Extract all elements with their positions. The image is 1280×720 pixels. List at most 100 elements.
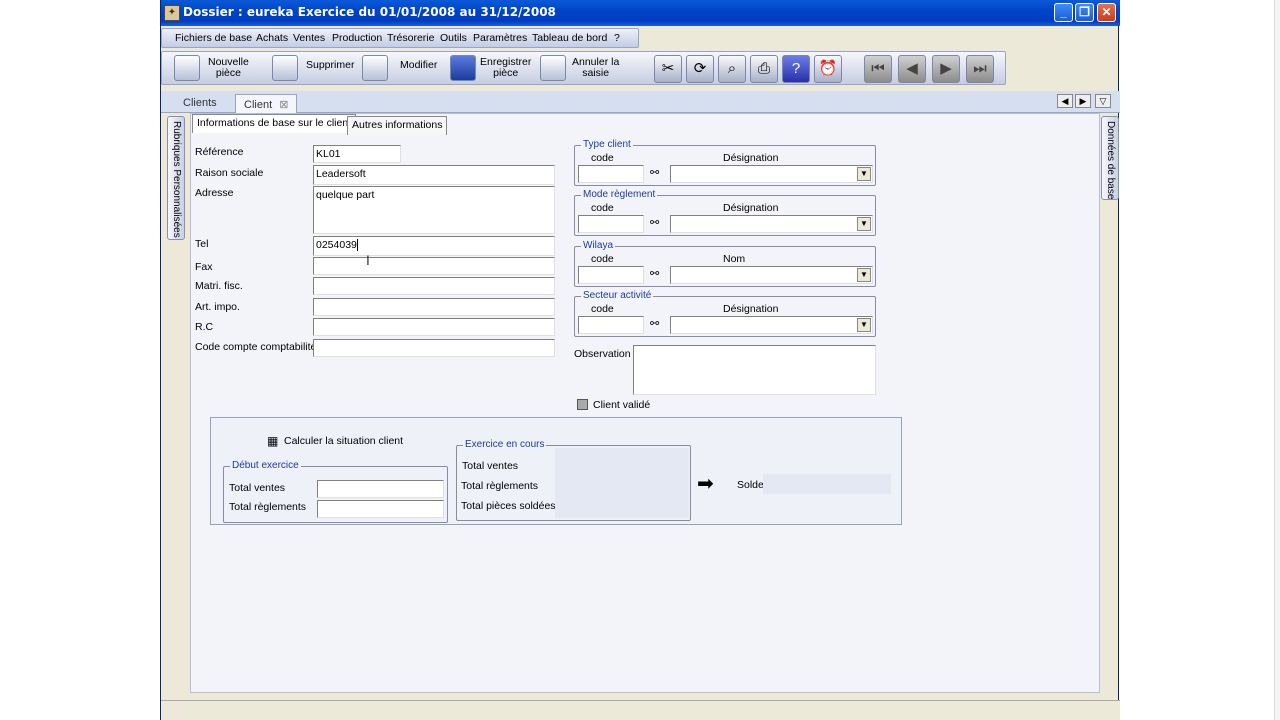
enregistrer-piece-button[interactable]: Enregistrer pièce — [448, 54, 536, 82]
exercice-en-cours-group: Exercice en cours Total ventes Total règ… — [456, 439, 691, 521]
vertical-tab-rubriques[interactable]: Rubriques Personnalisées — [167, 116, 185, 240]
binoculars-icon[interactable]: ⚯ — [650, 166, 659, 179]
app-window: ✦ Dossier : eureka Exercice du 01/01/200… — [160, 0, 1120, 720]
matri-fisc-input[interactable] — [313, 277, 555, 295]
menu-ventes[interactable]: Ventes — [293, 32, 325, 44]
fax-label: Fax — [195, 261, 213, 273]
solde-value — [763, 474, 891, 494]
code-compte-input[interactable] — [313, 339, 555, 357]
first-record-icon[interactable]: ⏮ — [864, 55, 892, 83]
debut-total-reglements-label: Total règlements — [229, 501, 307, 513]
wilaya-code-input[interactable] — [578, 266, 644, 284]
delete-document-icon — [272, 55, 298, 81]
scroll-left-icon[interactable]: ◀ — [1057, 94, 1073, 108]
print-icon[interactable]: ⎙ — [750, 55, 778, 83]
raison-sociale-label: Raison sociale — [195, 167, 264, 179]
tab-clients[interactable]: Clients — [175, 94, 225, 113]
menu-tresorerie[interactable]: Trésorerie — [387, 32, 434, 44]
menu-outils[interactable]: Outils — [440, 32, 467, 44]
annuler-saisie-button[interactable]: Annuler la saisie — [538, 54, 620, 82]
art-impo-label: Art. impo. — [195, 301, 240, 313]
close-button[interactable]: ✕ — [1097, 3, 1116, 22]
menu-achats[interactable]: Achats — [256, 32, 288, 44]
app-icon[interactable]: ✦ — [164, 5, 180, 21]
observation-label: Observation — [574, 348, 631, 360]
new-document-icon — [174, 55, 200, 81]
toolbar: Nouvelle pièce Supprimer Modifier Enregi… — [161, 51, 1006, 85]
debut-exercice-group: Début exercice Total ventes Total règlem… — [223, 460, 448, 523]
last-record-icon[interactable]: ⏭ — [966, 55, 994, 83]
rc-input[interactable] — [313, 318, 555, 336]
cours-total-reglements-label: Total règlements — [461, 480, 539, 492]
menu-tableau-de-bord[interactable]: Tableau de bord — [532, 32, 607, 44]
fax-input[interactable] — [313, 257, 555, 275]
art-impo-input[interactable] — [313, 298, 555, 316]
reference-label: Référence — [195, 146, 244, 158]
mode-reglement-select[interactable]: ▼ — [670, 215, 873, 233]
menu-parametres[interactable]: Paramètres — [473, 32, 527, 44]
alarm-icon[interactable]: ⏰ — [814, 55, 842, 83]
text-cursor-icon: Ⅰ — [366, 253, 370, 268]
menu-production[interactable]: Production — [332, 32, 382, 44]
cours-total-ventes-label: Total ventes — [462, 460, 519, 472]
help-icon[interactable]: ? — [782, 55, 810, 83]
adresse-input[interactable]: quelque part — [313, 186, 555, 234]
secteur-activite-select[interactable]: ▼ — [670, 316, 873, 334]
type-client-code-input[interactable] — [578, 165, 644, 183]
cancel-icon — [540, 55, 566, 81]
window-title: Dossier : eureka Exercice du 01/01/2008 … — [183, 5, 556, 19]
menu-help[interactable]: ? — [614, 32, 620, 44]
vertical-tab-donnees[interactable]: Données de base — [1101, 116, 1119, 200]
nouvelle-piece-button[interactable]: Nouvelle pièce — [172, 54, 268, 82]
type-client-group: Type client code Désignation ⚯ ▼ — [574, 139, 876, 186]
calculator-icon[interactable]: ▦ — [267, 434, 278, 448]
observation-textarea[interactable] — [633, 345, 876, 395]
tools-icon[interactable]: ✂ — [654, 55, 682, 83]
exercice-en-cours-values — [555, 448, 689, 518]
chevron-down-icon: ▼ — [857, 318, 871, 332]
code-compte-label: Code compte comptabilité — [195, 341, 317, 353]
page-scrollbar[interactable] — [1274, 0, 1280, 720]
refresh-icon[interactable]: ⟳ — [686, 55, 714, 83]
maximize-button[interactable]: ❐ — [1075, 3, 1094, 22]
tab-autres-informations[interactable]: Autres informations — [347, 116, 448, 135]
reference-input[interactable]: KL01 — [313, 145, 401, 163]
tab-informations-de-base[interactable]: Informations de base sur le client — [192, 114, 357, 133]
save-icon — [450, 55, 476, 81]
menu-bar: Fichiers de base Achats Ventes Productio… — [161, 28, 639, 48]
search-icon[interactable]: ⌕ — [718, 55, 746, 83]
cours-total-pieces-soldees-label: Total pièces soldées — [461, 500, 556, 512]
raison-sociale-input[interactable]: Leadersoft — [313, 165, 555, 185]
minimize-button[interactable]: _ — [1054, 3, 1073, 22]
dropdown-icon[interactable]: ▽ — [1095, 94, 1111, 108]
client-valide-checkbox[interactable] — [577, 399, 588, 410]
supprimer-button[interactable]: Supprimer — [270, 54, 358, 82]
previous-record-icon[interactable]: ◀ — [898, 55, 926, 83]
mode-reglement-code-input[interactable] — [578, 215, 644, 233]
menu-fichiers-de-base[interactable]: Fichiers de base — [175, 32, 252, 44]
binoculars-icon[interactable]: ⚯ — [650, 317, 659, 330]
debut-total-ventes-label: Total ventes — [229, 482, 286, 494]
solde-label: Solde — [737, 479, 764, 491]
next-record-icon[interactable]: ▶ — [932, 55, 960, 83]
rc-label: R.C — [195, 321, 214, 333]
calculer-situation-button[interactable]: Calculer la situation client — [284, 435, 403, 447]
binoculars-icon[interactable]: ⚯ — [650, 267, 659, 280]
adresse-label: Adresse — [195, 187, 234, 199]
wilaya-select[interactable]: ▼ — [670, 266, 873, 284]
secteur-activite-group: Secteur activité code Désignation ⚯ ▼ — [574, 290, 876, 337]
binoculars-icon[interactable]: ⚯ — [650, 216, 659, 229]
modifier-button[interactable]: Modifier — [360, 54, 444, 82]
type-client-select[interactable]: ▼ — [670, 165, 873, 183]
status-bar — [161, 700, 1120, 720]
scroll-right-icon[interactable]: ▶ — [1075, 94, 1091, 108]
title-bar: ✦ Dossier : eureka Exercice du 01/01/200… — [161, 0, 1120, 26]
tel-input[interactable]: 0254039 — [313, 236, 555, 256]
tab-client[interactable]: Client ⊠ — [235, 94, 298, 113]
debut-total-ventes-value — [317, 480, 444, 498]
close-tab-icon[interactable]: ⊠ — [279, 99, 288, 111]
matri-fisc-label: Matri. fisc. — [195, 280, 243, 292]
secteur-activite-code-input[interactable] — [578, 316, 644, 334]
chevron-down-icon: ▼ — [857, 268, 871, 282]
debut-total-reglements-value — [317, 500, 444, 518]
